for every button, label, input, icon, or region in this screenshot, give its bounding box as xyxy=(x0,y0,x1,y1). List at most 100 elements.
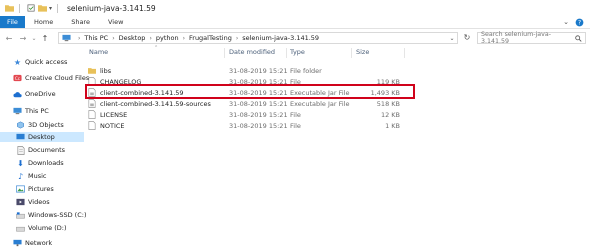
window-title: selenium-java-3.141.59 xyxy=(67,3,156,13)
file-size: 12 KB xyxy=(380,110,400,119)
breadcrumb-python[interactable]: python xyxy=(156,34,179,42)
tab-home[interactable]: Home xyxy=(25,16,62,28)
address-dropdown-icon[interactable]: ⌄ xyxy=(447,35,457,42)
breadcrumb-separator-icon: › xyxy=(235,34,239,42)
svg-text:Cc: Cc xyxy=(15,76,21,81)
nav-item-documents[interactable]: Documents xyxy=(0,145,84,155)
nav-label: Videos xyxy=(28,198,50,206)
address-bar[interactable]: › This PC › Desktop › python › FrugalTes… xyxy=(58,32,458,44)
breadcrumb-this-pc[interactable]: This PC xyxy=(84,34,108,42)
quick-access-dropdown-icon[interactable]: ▾ xyxy=(49,5,52,12)
title-bar: ▾ selenium-java-3.141.59 xyxy=(0,0,590,16)
file-icon xyxy=(88,121,96,130)
nav-label: Network xyxy=(25,239,53,247)
tab-share[interactable]: Share xyxy=(62,16,99,28)
nav-label: Creative Cloud Files xyxy=(25,74,90,82)
breadcrumb-separator-icon: › xyxy=(78,34,81,42)
up-arrow-icon[interactable]: ↑ xyxy=(38,34,52,43)
column-header-type[interactable]: Type xyxy=(290,46,305,58)
nav-label: Documents xyxy=(28,146,66,154)
highlight-box xyxy=(85,84,415,99)
breadcrumb-separator-icon: › xyxy=(112,34,115,42)
nav-label: Desktop xyxy=(28,133,55,141)
nav-item-videos[interactable]: Videos xyxy=(0,197,84,207)
file-row-license[interactable]: LICENSE 31-08-2019 15:21 File 12 KB xyxy=(86,109,426,120)
properties-icon[interactable] xyxy=(27,4,36,12)
breadcrumb-desktop[interactable]: Desktop xyxy=(119,34,146,42)
nav-item-downloads[interactable]: ⬇ Downloads xyxy=(0,158,84,168)
nav-label: OneDrive xyxy=(25,90,56,98)
tab-file[interactable]: File xyxy=(0,16,25,28)
nav-item-quick-access[interactable]: ★ Quick access xyxy=(0,57,84,67)
column-divider[interactable] xyxy=(351,48,352,58)
recent-locations-icon[interactable]: ⌄ xyxy=(30,35,38,42)
download-icon: ⬇ xyxy=(17,158,24,168)
tab-view[interactable]: View xyxy=(99,16,132,28)
nav-item-volume-d[interactable]: Volume (D:) xyxy=(0,223,84,233)
nav-label: This PC xyxy=(25,107,49,115)
file-type: Executable Jar File xyxy=(290,99,350,108)
ribbon-tabs: File Home Share View ⌄ ? xyxy=(0,16,590,29)
folder-icon xyxy=(5,5,14,12)
nav-label: Music xyxy=(28,172,47,180)
pc-icon xyxy=(13,107,22,115)
drive-icon xyxy=(16,211,25,219)
svg-text:?: ? xyxy=(578,20,581,26)
nav-item-pictures[interactable]: Pictures xyxy=(0,184,84,194)
file-type: File xyxy=(290,121,301,130)
file-row-notice[interactable]: NOTICE 31-08-2019 15:21 File 1 KB xyxy=(86,120,426,131)
back-arrow-icon[interactable]: ← xyxy=(2,34,16,43)
file-type: File xyxy=(290,110,301,119)
help-icon[interactable]: ? xyxy=(575,18,584,27)
column-divider[interactable] xyxy=(286,48,287,58)
nav-item-music[interactable]: ♪ Music xyxy=(0,171,84,181)
nav-label: Pictures xyxy=(28,185,54,193)
file-size: 518 KB xyxy=(376,99,400,108)
column-header-size[interactable]: Size xyxy=(356,46,369,58)
forward-arrow-icon[interactable]: → xyxy=(16,34,30,43)
breadcrumb-frugaltesting[interactable]: FrugalTesting xyxy=(189,34,232,42)
cloud-icon xyxy=(13,90,22,98)
column-header-name[interactable]: Name xyxy=(89,46,108,58)
videos-icon xyxy=(16,198,25,206)
refresh-icon[interactable]: ↻ xyxy=(461,33,473,43)
address-row: ← → ⌄ ↑ › This PC › Desktop › python › F… xyxy=(0,30,590,46)
breadcrumb-current-folder[interactable]: selenium-java-3.141.59 xyxy=(242,34,319,42)
file-size xyxy=(356,65,400,76)
file-type: File folder xyxy=(290,66,322,75)
network-icon xyxy=(13,239,22,247)
nav-item-creative-cloud[interactable]: Cc Creative Cloud Files xyxy=(0,73,89,83)
expand-ribbon-icon[interactable]: ⌄ xyxy=(563,18,569,26)
drive-icon xyxy=(16,224,25,232)
breadcrumb-separator-icon: › xyxy=(182,34,185,42)
search-box[interactable]: Search selenium-java-3.141.59 xyxy=(477,31,586,45)
nav-label: Quick access xyxy=(25,58,68,66)
sort-indicator-icon: ⌃ xyxy=(154,45,159,51)
music-icon: ♪ xyxy=(17,171,24,181)
nav-item-this-pc[interactable]: This PC xyxy=(0,106,84,116)
navigation-pane: ★ Quick access Cc Creative Cloud Files O… xyxy=(0,48,89,250)
creative-cloud-icon: Cc xyxy=(13,74,22,82)
nav-item-network[interactable]: Network xyxy=(0,238,84,248)
file-size: 1 KB xyxy=(385,121,400,130)
column-divider[interactable] xyxy=(224,48,225,58)
divider xyxy=(19,3,20,13)
cube-icon xyxy=(16,121,25,129)
folder-icon xyxy=(88,68,96,74)
file-list: ⌃ Name Date modified Type Size libs 31-0… xyxy=(86,45,590,250)
column-divider[interactable] xyxy=(404,48,405,58)
star-icon: ★ xyxy=(13,57,22,67)
nav-item-3d-objects[interactable]: 3D Objects xyxy=(0,120,84,130)
nav-label: Windows-SSD (C:) xyxy=(28,211,87,219)
documents-icon xyxy=(16,145,25,155)
column-header-date[interactable]: Date modified xyxy=(229,46,275,58)
nav-item-desktop[interactable]: Desktop xyxy=(0,132,84,142)
new-folder-icon[interactable] xyxy=(38,4,47,12)
jar-file-icon xyxy=(88,99,96,108)
nav-item-windows-ssd[interactable]: Windows-SSD (C:) xyxy=(0,210,87,220)
nav-item-onedrive[interactable]: OneDrive xyxy=(0,89,84,99)
file-row-client-combined-sources[interactable]: client-combined-3.141.59-sources 31-08-2… xyxy=(86,98,426,109)
pc-icon xyxy=(62,34,71,42)
nav-label: Downloads xyxy=(28,159,64,167)
file-row-libs[interactable]: libs 31-08-2019 15:21 File folder xyxy=(86,65,426,76)
